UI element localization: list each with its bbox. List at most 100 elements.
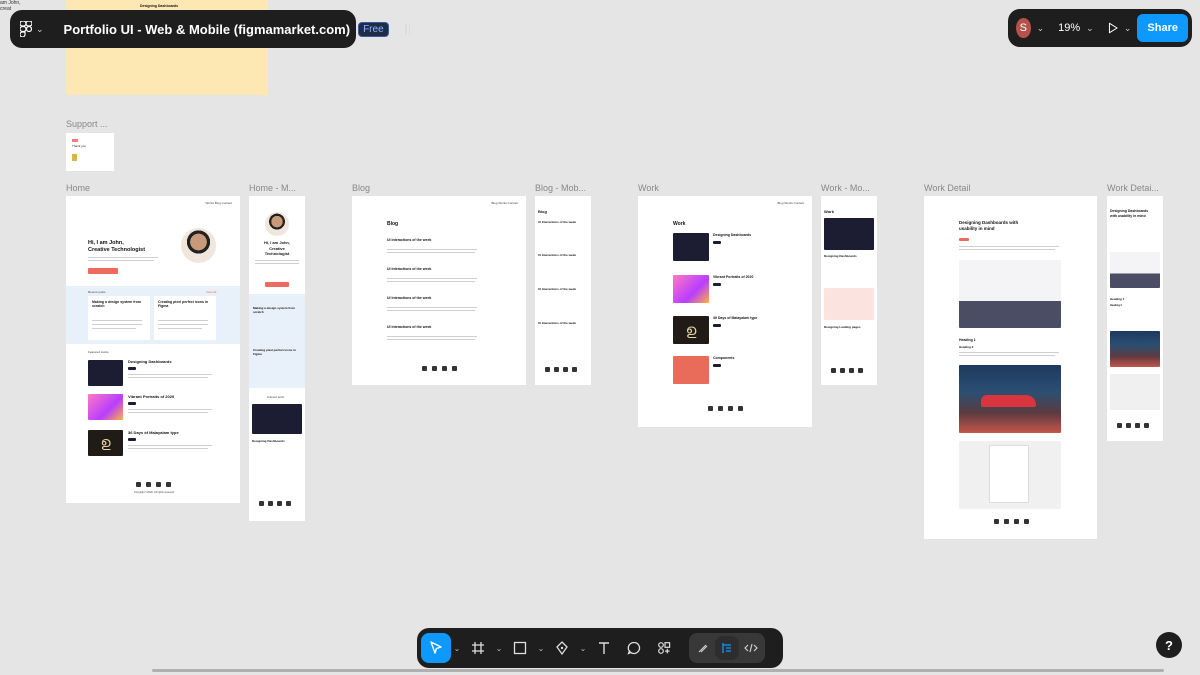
- work-item-title[interactable]: Vibrant Portraits of 2020: [713, 275, 753, 279]
- post-card[interactable]: Making a design system from scratch: [88, 296, 150, 340]
- work-thumbnail[interactable]: ഉ: [88, 430, 123, 456]
- toggle-sidebar-icon[interactable]: [404, 23, 411, 35]
- year-tag: [128, 367, 136, 370]
- year-tag: [713, 283, 721, 286]
- post-title[interactable]: Making a design system from scratch: [253, 306, 301, 314]
- zoom-chevron-icon[interactable]: ⌄: [1086, 23, 1094, 34]
- blog-post-title[interactable]: UI Interactions of the week: [387, 325, 431, 329]
- frame-label-work-mobile[interactable]: Work - Mo...: [821, 183, 870, 193]
- text-line: [959, 352, 1059, 353]
- blog-post-title[interactable]: UI Interactions of the week: [387, 267, 431, 271]
- mode-switcher: [689, 633, 765, 663]
- work-item-title[interactable]: Components: [713, 356, 734, 360]
- blog-post-title[interactable]: UI Interactions of the week: [387, 296, 431, 300]
- user-avatar[interactable]: S: [1016, 18, 1031, 38]
- work-thumbnail[interactable]: ഉ: [673, 316, 709, 344]
- blog-title: Blog: [538, 209, 547, 214]
- support-frame[interactable]: Thank you: [66, 133, 114, 171]
- frame-label-blog-mobile[interactable]: Blog - Mob...: [535, 183, 586, 193]
- download-resume-button[interactable]: [265, 282, 289, 287]
- blog-post-title[interactable]: UI Interactions of the week: [538, 287, 576, 291]
- present-chevron-icon[interactable]: ⌄: [1124, 23, 1132, 34]
- instagram-icon[interactable]: [146, 482, 151, 487]
- frame-label-work-detail[interactable]: Work Detail: [924, 183, 970, 193]
- text-tool-icon[interactable]: [589, 633, 619, 663]
- blog-post-title[interactable]: UI Interactions of the week: [387, 238, 431, 242]
- pen-tool-chevron-icon[interactable]: ⌄: [577, 644, 589, 653]
- home-nav: Works Blog Contact: [205, 201, 232, 205]
- move-tool-chevron-icon[interactable]: ⌄: [451, 644, 463, 653]
- plan-badge[interactable]: Free: [358, 21, 389, 37]
- frame-tool-icon[interactable]: [463, 633, 493, 663]
- user-menu-chevron-icon[interactable]: ⌄: [1037, 23, 1045, 34]
- text-line: [158, 320, 208, 321]
- facebook-icon[interactable]: [136, 482, 141, 487]
- work-thumbnail[interactable]: [673, 356, 709, 384]
- work-detail-mobile-frame[interactable]: Designing Dashboards with usability in m…: [1107, 196, 1163, 441]
- comment-tool-icon[interactable]: [619, 633, 649, 663]
- blog-nav: Blog Works Contact: [491, 201, 518, 205]
- dev-mode-icon[interactable]: [739, 636, 763, 660]
- work-title[interactable]: Vibrant Portraits of 2020: [128, 394, 174, 399]
- present-play-icon[interactable]: [1108, 20, 1118, 36]
- text-line: [959, 355, 1055, 356]
- share-bar: S ⌄ 19% ⌄ ⌄ Share: [1008, 9, 1192, 47]
- file-title[interactable]: Portfolio UI - Web & Mobile (figmamarket…: [64, 22, 351, 37]
- frame-label-home[interactable]: Home: [66, 183, 90, 193]
- frame-label-work[interactable]: Work: [638, 183, 659, 193]
- work-item-title[interactable]: Designing Dashboards: [824, 254, 857, 258]
- twitter-icon[interactable]: [156, 482, 161, 487]
- home-frame[interactable]: Works Blog Contact Hi, I am John, Creati…: [66, 196, 240, 503]
- work-title[interactable]: Designing Dashboards: [128, 359, 172, 364]
- shape-tool-icon[interactable]: [505, 633, 535, 663]
- blog-frame[interactable]: Blog Works Contact Blog UI Interactions …: [352, 196, 526, 385]
- work-title[interactable]: 36 Days of Malayalam type: [128, 430, 179, 435]
- work-item-title[interactable]: Designing Landing pages: [824, 325, 861, 329]
- download-resume-button[interactable]: [88, 268, 118, 274]
- blog-post-title[interactable]: UI Interactions of the week: [538, 321, 576, 325]
- post-title[interactable]: Creating pixel perfect icons in Figma: [253, 348, 301, 356]
- main-menu-chevron-icon[interactable]: ⌄: [36, 24, 44, 35]
- text-line: [387, 281, 475, 282]
- frame-label-home-mobile[interactable]: Home - M...: [249, 183, 296, 193]
- draw-mode-icon[interactable]: [691, 636, 715, 660]
- frame-label-blog[interactable]: Blog: [352, 183, 370, 193]
- horizontal-scrollbar[interactable]: [152, 669, 1164, 672]
- home-mobile-frame[interactable]: Hi, I am John, Creative Technologist Mak…: [249, 196, 305, 521]
- figma-logo-icon[interactable]: [20, 18, 32, 40]
- work-thumbnail[interactable]: [824, 288, 874, 320]
- shape-tool-chevron-icon[interactable]: ⌄: [535, 644, 547, 653]
- blog-mobile-frame[interactable]: Blog UI Interactions of the week UI Inte…: [535, 196, 591, 385]
- move-tool-icon[interactable]: [421, 633, 451, 663]
- work-item-title[interactable]: 36 Days of Malayalam type: [713, 316, 757, 320]
- blog-post-title[interactable]: UI Interactions of the week: [538, 253, 576, 257]
- share-button[interactable]: Share: [1137, 14, 1188, 42]
- year-tag: [713, 324, 721, 327]
- work-thumbnail[interactable]: [88, 394, 123, 420]
- actions-tool-icon[interactable]: [649, 633, 679, 663]
- work-mobile-frame[interactable]: Work Designing Dashboards Designing Land…: [821, 196, 877, 385]
- work-thumbnail[interactable]: [252, 404, 302, 434]
- work-item-title[interactable]: Designing Dashboards: [713, 233, 751, 237]
- frame-tool-chevron-icon[interactable]: ⌄: [493, 644, 505, 653]
- view-all-link[interactable]: View all: [206, 290, 216, 294]
- sticky-label: Designing Dashboards: [140, 4, 179, 8]
- frame-label-work-detail-mobile[interactable]: Work Detai...: [1107, 183, 1159, 193]
- work-title[interactable]: Designing Dashboards: [252, 439, 285, 443]
- form-screenshot: [959, 441, 1061, 509]
- blog-post-title[interactable]: UI Interactions of the week: [538, 220, 576, 224]
- work-frame[interactable]: Blog Works Contact Work Designing Dashbo…: [638, 196, 812, 427]
- work-thumbnail[interactable]: [673, 233, 709, 261]
- post-card[interactable]: Creating pixel perfect icons in Figma: [154, 296, 216, 340]
- work-detail-frame[interactable]: Designing Dashboards with usability in m…: [924, 196, 1097, 539]
- work-thumbnail[interactable]: [673, 275, 709, 303]
- linkedin-icon[interactable]: [166, 482, 171, 487]
- pen-tool-icon[interactable]: [547, 633, 577, 663]
- design-mode-icon[interactable]: [715, 636, 739, 660]
- frame-label-support[interactable]: Support ...: [66, 119, 108, 129]
- work-thumbnail[interactable]: [824, 218, 874, 250]
- copyright: Copyright ©2020. All rights reserved: [134, 491, 175, 494]
- zoom-level[interactable]: 19%: [1058, 22, 1080, 34]
- help-button[interactable]: ?: [1156, 632, 1182, 658]
- work-thumbnail[interactable]: [88, 360, 123, 386]
